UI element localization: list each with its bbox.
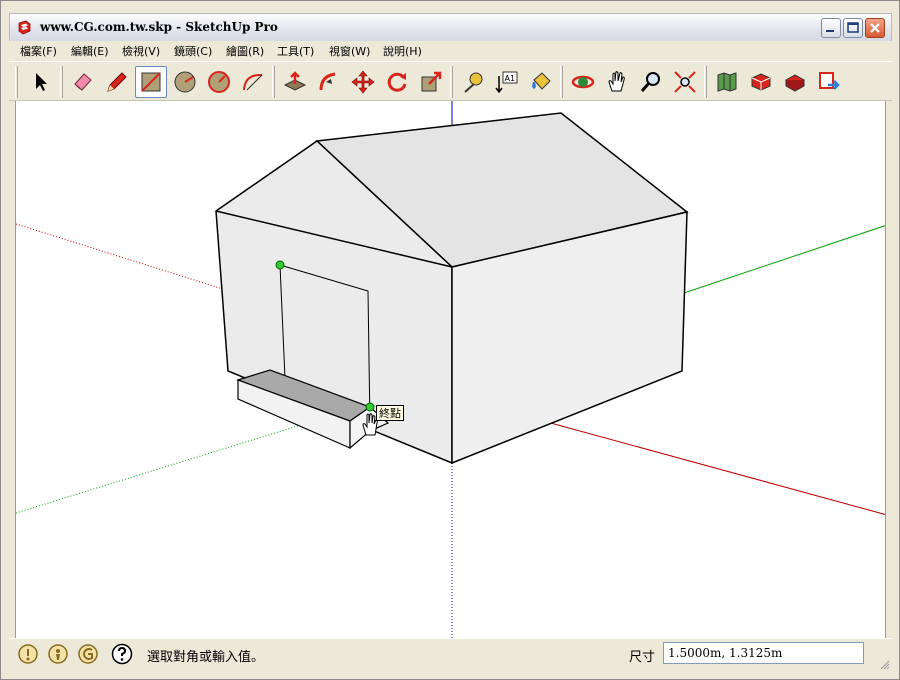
menu-draw[interactable]: 繪圖(R) (226, 43, 264, 59)
resize-grip-icon[interactable] (878, 658, 890, 670)
window-title: www.CG.com.tw.skp - SketchUp Pro (40, 20, 278, 34)
arc-tool-button[interactable] (237, 66, 269, 98)
polygon-icon (208, 71, 230, 93)
toolbar-separator (560, 66, 563, 98)
select-arrow-icon (36, 73, 47, 91)
rectangle-icon (141, 72, 161, 92)
pencil-line-icon (107, 72, 127, 92)
instructor-help-icon[interactable] (111, 643, 133, 665)
rotate-icon (387, 72, 407, 92)
tape-measure-tool-button[interactable] (457, 66, 489, 98)
circle-tool-button[interactable] (169, 66, 201, 98)
drawing-viewport[interactable]: 終點 (15, 101, 886, 638)
measurements-label: 尺寸 (629, 650, 656, 665)
zoom-extents-tool-button[interactable] (669, 66, 701, 98)
select-tool-button[interactable] (25, 66, 57, 98)
green-axis-hidden (16, 410, 347, 514)
paint-bucket-icon (532, 72, 551, 90)
rotate-tool-button[interactable] (381, 66, 413, 98)
green-axis (680, 225, 885, 295)
title-bar[interactable]: www.CG.com.tw.skp - SketchUp Pro (9, 13, 892, 41)
menu-bar: 檔案(F) 編輯(E) 檢視(V) 鏡頭(C) 繪圖(R) 工具(T) 視窗(W… (9, 41, 892, 61)
maximize-icon (847, 22, 859, 33)
text-label-icon: A1 (495, 71, 518, 94)
status-bar: 選取對角或輸入值。 尺寸 1.5000m, 1.3125m (9, 638, 892, 672)
toolbar-separator (60, 66, 63, 98)
minimize-icon (826, 30, 834, 32)
zoom-icon (640, 72, 660, 92)
orbit-icon (571, 75, 595, 89)
toolbar-separator (704, 66, 707, 98)
orbit-tool-button[interactable] (567, 66, 599, 98)
zoom-extents-icon (674, 71, 696, 93)
get-models-button[interactable] (711, 66, 743, 98)
arc-icon (243, 73, 263, 91)
measurements-input[interactable]: 1.5000m, 1.3125m (663, 642, 864, 664)
inference-tooltip: 終點 (376, 405, 404, 421)
extension-warehouse-button[interactable] (779, 66, 811, 98)
close-icon (870, 23, 880, 33)
share-model-button[interactable] (745, 66, 777, 98)
pan-hand-icon (608, 71, 625, 92)
rectangle-tool-button[interactable] (135, 66, 167, 98)
model-scene (16, 101, 885, 638)
red-axis-hidden (16, 223, 227, 291)
toolbar-separator (272, 66, 275, 98)
menu-tools[interactable]: 工具(T) (277, 43, 314, 59)
sketchup-window: www.CG.com.tw.skp - SketchUp Pro 檔案(F) 編… (0, 0, 900, 680)
toolbar-grip[interactable] (15, 66, 18, 98)
get-models-icon (717, 72, 737, 92)
scale-icon (421, 71, 442, 92)
minimize-button[interactable] (821, 18, 841, 38)
start-point-marker (275, 260, 285, 270)
large-toolset-toolbar: A1 (9, 61, 892, 101)
send-to-layout-icon (819, 72, 840, 90)
toolbar-separator (450, 66, 453, 98)
menu-file[interactable]: 檔案(F) (20, 43, 57, 59)
push-pull-tool-button[interactable] (279, 66, 311, 98)
menu-help[interactable]: 說明(H) (383, 43, 422, 59)
follow-me-icon (319, 72, 336, 91)
menu-edit[interactable]: 編輯(E) (71, 43, 109, 59)
circle-icon (174, 71, 196, 93)
line-tool-button[interactable] (101, 66, 133, 98)
menu-window[interactable]: 視窗(W) (329, 43, 370, 59)
text-tool-button[interactable]: A1 (491, 66, 523, 98)
menu-camera[interactable]: 鏡頭(C) (174, 43, 212, 59)
move-tool-button[interactable] (347, 66, 379, 98)
pan-tool-button[interactable] (601, 66, 633, 98)
eraser-icon (74, 73, 92, 91)
eraser-tool-button[interactable] (67, 66, 99, 98)
menu-view[interactable]: 檢視(V) (122, 43, 160, 59)
sketchup-logo-icon (18, 20, 31, 35)
sign-in-icon[interactable] (77, 643, 99, 665)
status-message: 選取對角或輸入值。 (147, 650, 265, 665)
zoom-tool-button[interactable] (635, 66, 667, 98)
share-model-icon (751, 73, 771, 91)
close-button[interactable] (865, 18, 885, 38)
text-tool-label: A1 (505, 74, 516, 83)
endpoint-marker (365, 402, 375, 412)
send-to-layout-button[interactable] (813, 66, 845, 98)
follow-me-tool-button[interactable] (313, 66, 345, 98)
paint-bucket-tool-button[interactable] (525, 66, 557, 98)
maximize-button[interactable] (843, 18, 863, 38)
credits-icon[interactable] (47, 643, 69, 665)
extension-warehouse-icon (784, 74, 806, 92)
geo-location-icon[interactable] (17, 643, 39, 665)
move-icon (351, 70, 375, 94)
push-pull-icon (283, 71, 307, 91)
scale-tool-button[interactable] (415, 66, 447, 98)
polygon-tool-button[interactable] (203, 66, 235, 98)
tape-measure-icon (464, 72, 483, 93)
